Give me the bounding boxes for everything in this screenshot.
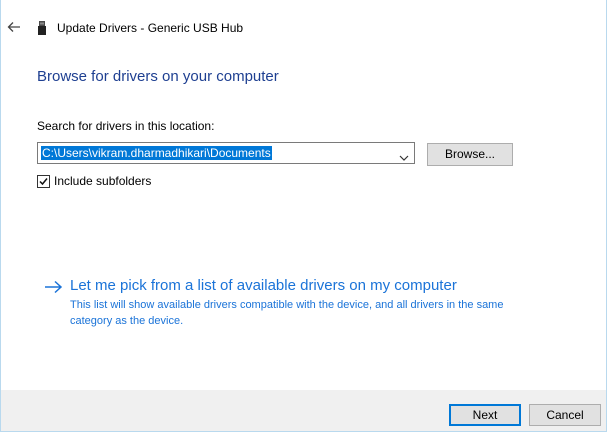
pick-from-list-description: This list will show available drivers co… bbox=[70, 299, 504, 327]
page-heading: Browse for drivers on your computer bbox=[37, 68, 279, 85]
next-button[interactable]: Next bbox=[449, 404, 521, 426]
driver-path-combobox[interactable]: C:\Users\vikram.dharmadhikari\Documents bbox=[37, 142, 415, 164]
back-arrow-icon[interactable] bbox=[7, 20, 21, 34]
search-location-label: Search for drivers in this location: bbox=[37, 119, 215, 133]
update-drivers-dialog: Update Drivers - Generic USB Hub Browse … bbox=[0, 0, 607, 432]
pick-from-list-title[interactable]: Let me pick from a list of available dri… bbox=[70, 277, 457, 294]
cancel-button[interactable]: Cancel bbox=[529, 404, 601, 426]
driver-path-input[interactable]: C:\Users\vikram.dharmadhikari\Documents bbox=[41, 146, 272, 160]
include-subfolders-checkbox[interactable] bbox=[37, 175, 50, 188]
browse-button[interactable]: Browse... bbox=[427, 143, 513, 166]
include-subfolders-label[interactable]: Include subfolders bbox=[54, 174, 151, 188]
arrow-right-icon bbox=[44, 280, 63, 294]
checkmark-icon bbox=[39, 178, 48, 186]
dialog-footer: Next Cancel bbox=[1, 390, 606, 431]
window-title: Update Drivers - Generic USB Hub bbox=[57, 21, 244, 35]
chevron-down-icon[interactable] bbox=[399, 149, 409, 161]
pick-from-list-link[interactable]: Let me pick from a list of available dri… bbox=[44, 277, 524, 337]
usb-device-icon bbox=[38, 21, 46, 35]
